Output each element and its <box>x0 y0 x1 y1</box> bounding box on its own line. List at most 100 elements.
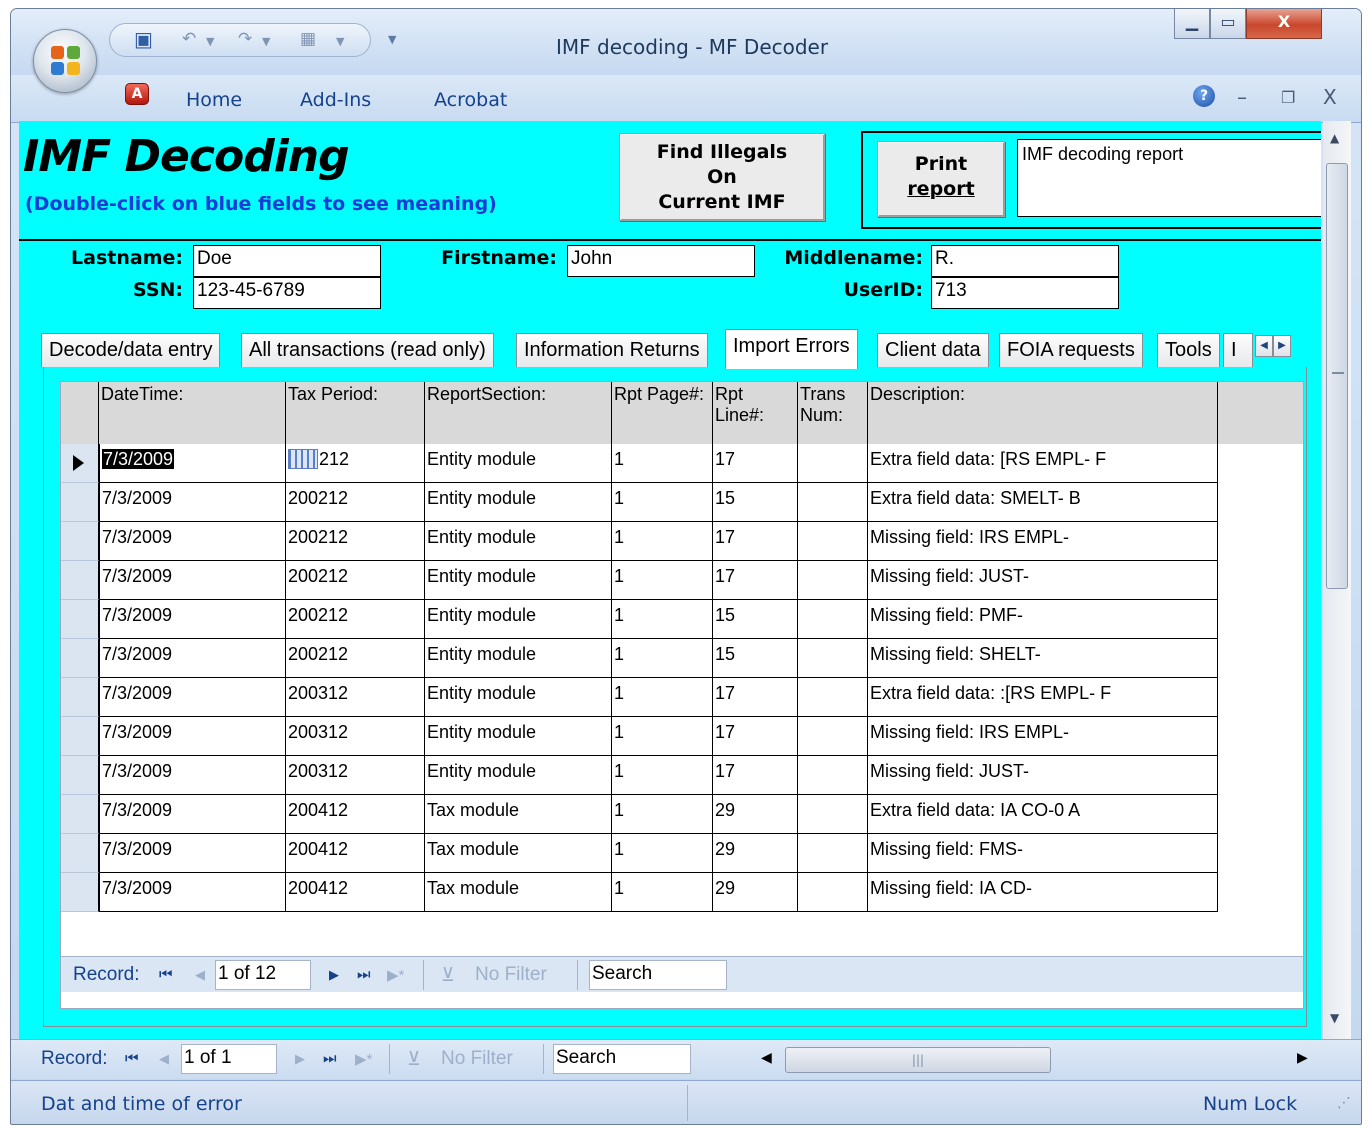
cell-trans-num[interactable] <box>798 444 868 483</box>
redo-dropdown-icon[interactable]: ▼ <box>262 35 270 48</box>
scroll-down-icon[interactable]: ▼ <box>1330 1011 1339 1025</box>
cell-report-section[interactable]: Entity module <box>425 483 612 522</box>
tab-overflow[interactable]: I <box>1223 333 1253 367</box>
cell-rpt-page[interactable]: 1 <box>612 873 713 912</box>
outer-search-box[interactable]: Search <box>553 1044 691 1074</box>
cell-tax-period[interactable]: 200212 <box>286 483 425 522</box>
cell-report-section[interactable]: Entity module <box>425 639 612 678</box>
cell-report-section[interactable]: Entity module <box>425 756 612 795</box>
outer-filter-label[interactable]: No Filter <box>441 1048 513 1070</box>
cell-rpt-line[interactable]: 29 <box>713 873 798 912</box>
horizontal-scroll-thumb[interactable]: ||| <box>785 1047 1051 1073</box>
inner-next-record-icon[interactable]: ▶ <box>329 967 339 983</box>
tab-decode-data-entry[interactable]: Decode/data entry <box>41 333 221 367</box>
cell-description[interactable]: Extra field data: IA CO-0 A <box>868 795 1218 834</box>
cell-trans-num[interactable] <box>798 834 868 873</box>
view-dropdown-icon[interactable]: ▼ <box>336 35 344 48</box>
table-row[interactable]: 7/3/2009 200212 Entity module 1 17 Missing fi… <box>61 561 1221 600</box>
row-selector[interactable] <box>61 795 99 834</box>
firstname-field[interactable]: John <box>567 245 755 277</box>
row-selector[interactable] <box>61 834 99 873</box>
ribbon-tab-home[interactable]: Home <box>186 89 242 111</box>
inner-new-record-icon[interactable]: ▶* <box>387 966 404 984</box>
cell-rpt-line[interactable]: 17 <box>713 678 798 717</box>
cell-rpt-page[interactable]: 1 <box>612 522 713 561</box>
redo-icon[interactable]: ↷ <box>238 29 252 49</box>
table-row[interactable]: 7/3/2009 200412 Tax module 1 29 Missing field… <box>61 873 1221 912</box>
cell-tax-period[interactable]: 200212 <box>286 639 425 678</box>
row-selector[interactable] <box>61 639 99 678</box>
cell-rpt-line[interactable]: 17 <box>713 717 798 756</box>
cell-tax-period[interactable]: 200212 <box>286 600 425 639</box>
maximize-button[interactable]: ▭ <box>1210 9 1246 39</box>
close-button[interactable]: X <box>1246 9 1322 39</box>
userid-field[interactable]: 713 <box>931 277 1119 309</box>
cell-rpt-page[interactable]: 1 <box>612 834 713 873</box>
customize-qat-icon[interactable]: ▼ <box>388 33 396 46</box>
outer-first-record-icon[interactable]: ⏮ <box>125 1050 139 1067</box>
outer-record-position[interactable]: 1 of 1 <box>181 1044 277 1074</box>
mdi-minimize-button[interactable]: – <box>1237 85 1247 109</box>
cell-tax-period[interactable]: 212 <box>286 444 425 483</box>
cell-trans-num[interactable] <box>798 561 868 600</box>
cell-rpt-line[interactable]: 17 <box>713 756 798 795</box>
cell-trans-num[interactable] <box>798 600 868 639</box>
save-icon[interactable]: ▣ <box>134 27 153 51</box>
cell-datetime[interactable]: 7/3/2009 <box>99 639 286 678</box>
cell-rpt-line[interactable]: 17 <box>713 522 798 561</box>
inner-last-record-icon[interactable]: ⏭ <box>357 966 371 983</box>
inner-filter-label[interactable]: No Filter <box>475 964 547 986</box>
cell-report-section[interactable]: Tax module <box>425 873 612 912</box>
tab-information-returns[interactable]: Information Returns <box>516 333 708 367</box>
cell-tax-period[interactable]: 200312 <box>286 678 425 717</box>
cell-rpt-line[interactable]: 17 <box>713 561 798 600</box>
cell-description[interactable]: Missing field: IA CD- <box>868 873 1218 912</box>
cell-rpt-page[interactable]: 1 <box>612 561 713 600</box>
resize-grip-icon[interactable]: ⋰ <box>1337 1095 1351 1111</box>
cell-description[interactable]: Extra field data: SMELT- B <box>868 483 1218 522</box>
cell-description[interactable]: Extra field data: [RS EMPL- F <box>868 444 1218 483</box>
ribbon-tab-acrobat[interactable]: Acrobat <box>434 89 507 111</box>
column-header-description[interactable]: Description: <box>868 382 1218 444</box>
cell-datetime[interactable]: 7/3/2009 <box>99 522 286 561</box>
cell-description[interactable]: Missing field: SHELT- <box>868 639 1218 678</box>
cell-datetime[interactable]: 7/3/2009 <box>99 483 286 522</box>
column-header-trans-num[interactable]: Trans Num: <box>798 382 868 444</box>
row-selector[interactable] <box>61 873 99 912</box>
table-row[interactable]: 7/3/2009 200312 Entity module 1 17 Missing fi… <box>61 717 1221 756</box>
cell-rpt-page[interactable]: 1 <box>612 678 713 717</box>
cell-report-section[interactable]: Entity module <box>425 600 612 639</box>
cell-datetime[interactable]: 7/3/2009 <box>99 795 286 834</box>
cell-rpt-page[interactable]: 1 <box>612 639 713 678</box>
header-selector[interactable] <box>61 382 99 444</box>
ssn-field[interactable]: 123-45-6789 <box>193 277 381 309</box>
cell-report-section[interactable]: Entity module <box>425 717 612 756</box>
undo-dropdown-icon[interactable]: ▼ <box>206 35 214 48</box>
cell-rpt-line[interactable]: 17 <box>713 444 798 483</box>
table-row[interactable]: 7/3/2009 200412 Tax module 1 29 Missing field… <box>61 834 1221 873</box>
cell-report-section[interactable]: Entity module <box>425 678 612 717</box>
column-header-rpt-page[interactable]: Rpt Page#: <box>612 382 713 444</box>
cell-datetime[interactable]: 7/3/2009 <box>99 444 286 483</box>
row-selector[interactable] <box>61 444 99 483</box>
mdi-restore-button[interactable]: ❐ <box>1281 88 1295 107</box>
table-row[interactable]: 7/3/2009 200212 Entity module 1 17 Missing fi… <box>61 522 1221 561</box>
find-illegals-button[interactable]: Find Illegals On Current IMF <box>619 133 825 221</box>
outer-filter-icon[interactable]: ⊻ <box>407 1048 421 1071</box>
cell-datetime[interactable]: 7/3/2009 <box>99 756 286 795</box>
cell-report-section[interactable]: Entity module <box>425 522 612 561</box>
calendar-picker-icon[interactable] <box>288 449 318 469</box>
cell-rpt-page[interactable]: 1 <box>612 444 713 483</box>
cell-trans-num[interactable] <box>798 483 868 522</box>
cell-datetime[interactable]: 7/3/2009 <box>99 561 286 600</box>
inner-record-position[interactable]: 1 of 12 <box>215 960 311 990</box>
cell-trans-num[interactable] <box>798 873 868 912</box>
tab-tools[interactable]: Tools <box>1157 333 1220 367</box>
scroll-right-icon[interactable]: ▶ <box>1297 1050 1308 1066</box>
cell-rpt-line[interactable]: 15 <box>713 483 798 522</box>
cell-datetime[interactable]: 7/3/2009 <box>99 600 286 639</box>
cell-tax-period[interactable]: 200312 <box>286 717 425 756</box>
cell-tax-period[interactable]: 200412 <box>286 795 425 834</box>
cell-rpt-page[interactable]: 1 <box>612 483 713 522</box>
outer-next-record-icon[interactable]: ▶ <box>295 1051 305 1067</box>
